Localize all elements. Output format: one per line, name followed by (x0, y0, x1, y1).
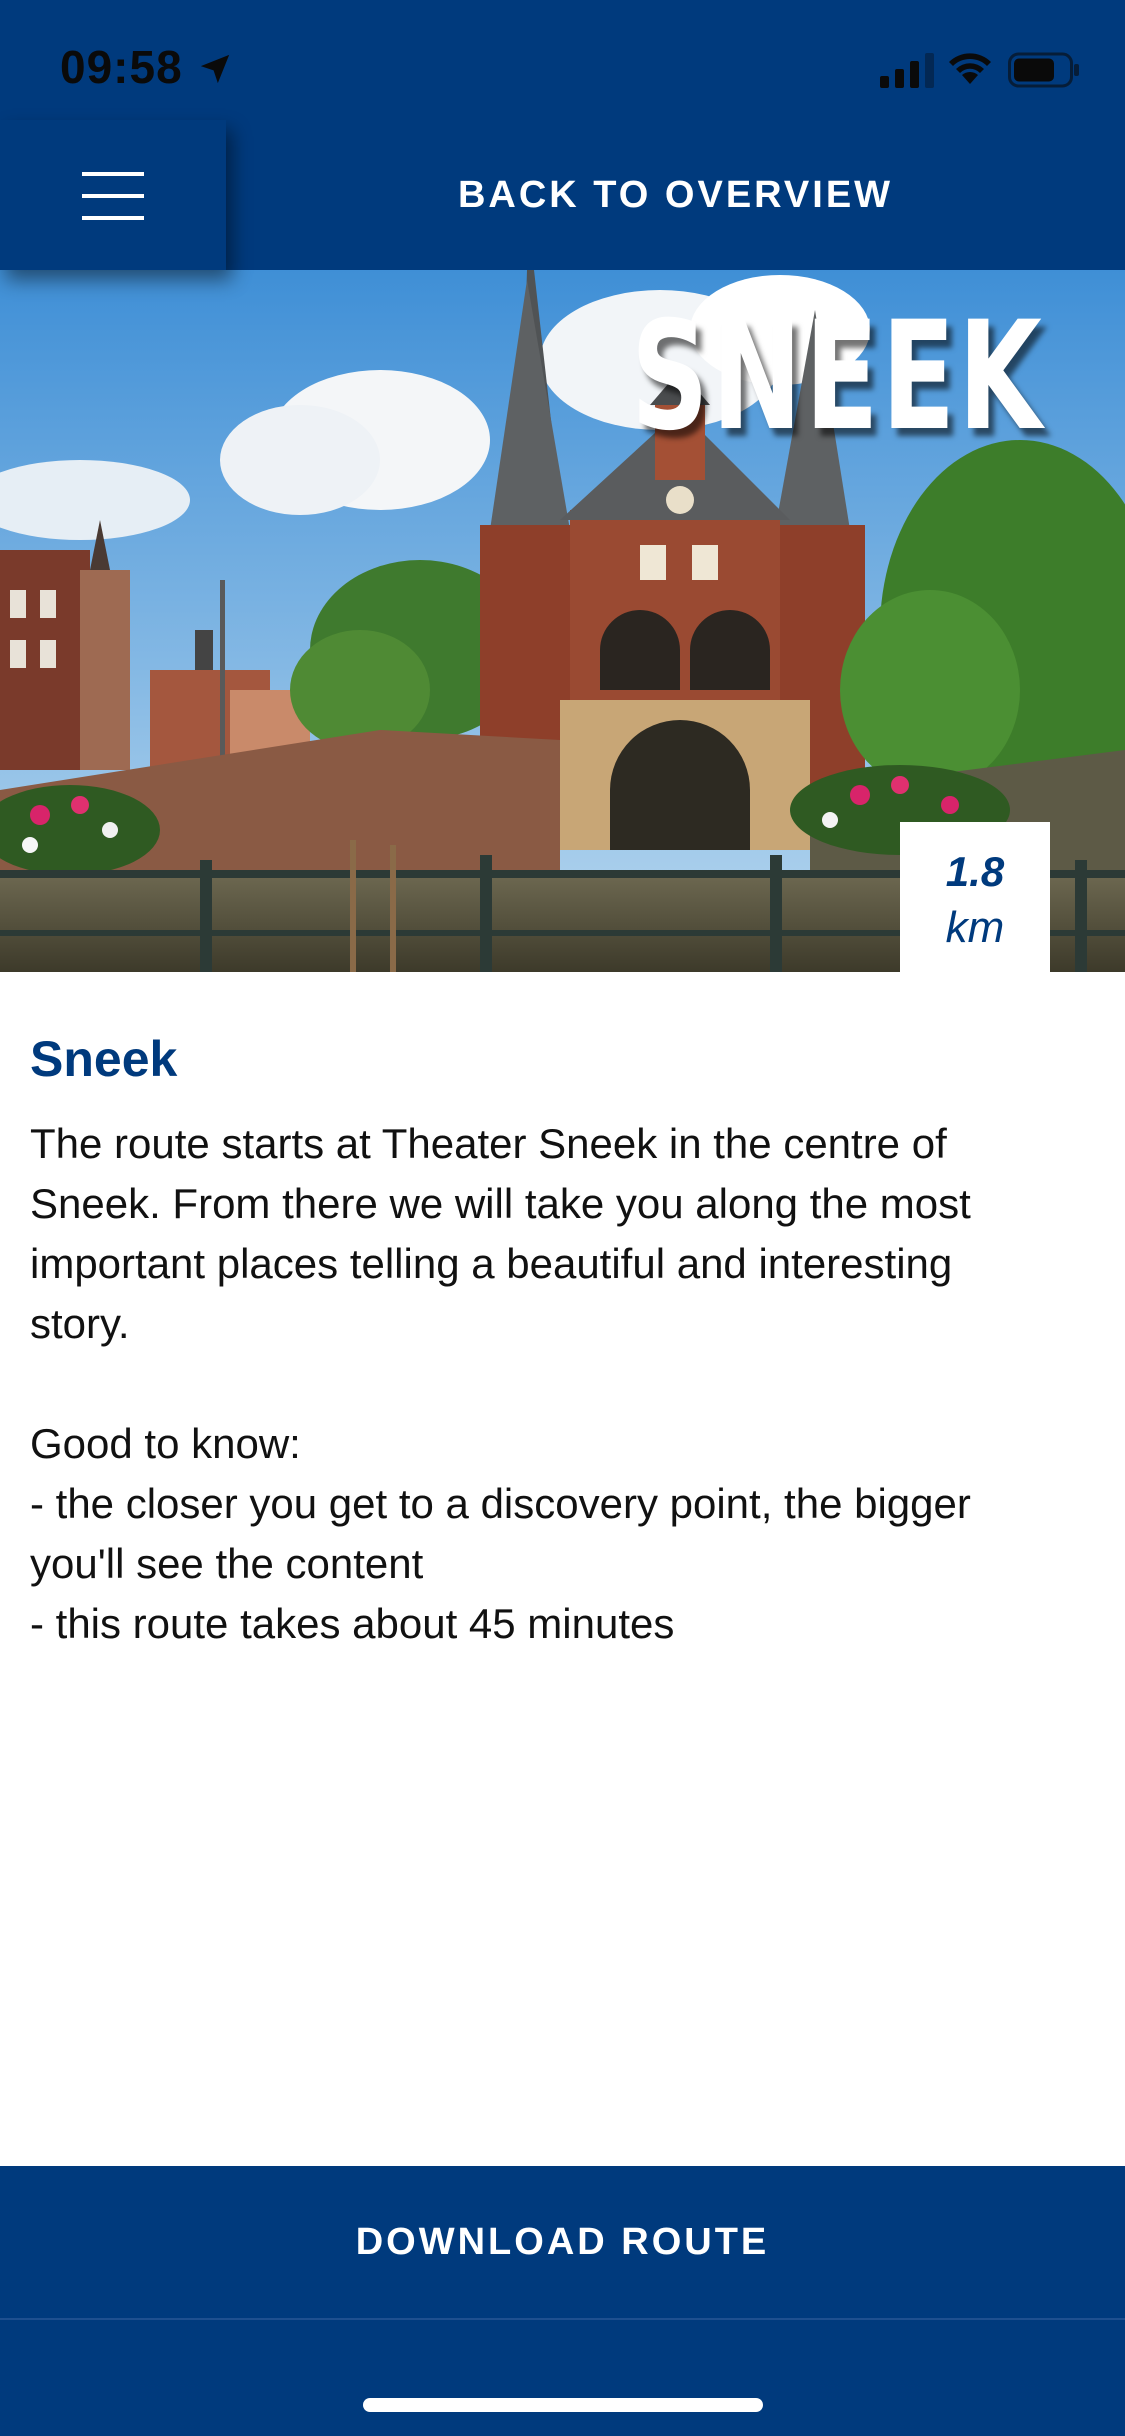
hamburger-menu-icon (82, 172, 144, 220)
distance-value: 1.8 (945, 848, 1005, 895)
good-to-know-line: - this route takes about 45 minutes (30, 1600, 675, 1647)
back-to-overview-button[interactable]: BACK TO OVERVIEW (226, 120, 1125, 270)
download-bar: DOWNLOAD ROUTE (0, 2166, 1125, 2436)
hero-title: SNEEK (631, 290, 1045, 464)
download-route-button[interactable]: DOWNLOAD ROUTE (0, 2166, 1125, 2318)
route-details: Sneek The route starts at Theater Sneek … (30, 1030, 1100, 1654)
location-arrow-icon (200, 54, 230, 84)
route-description: The route starts at Theater Sneek in the… (30, 1114, 1100, 1654)
good-to-know-heading: Good to know: (30, 1420, 301, 1467)
status-time: 09:58 (60, 41, 183, 93)
menu-button[interactable] (0, 120, 226, 270)
status-bar: 09:58 (0, 0, 1125, 120)
description-line: important places telling a beautiful and… (30, 1240, 953, 1287)
home-indicator[interactable] (363, 2398, 763, 2412)
description-line: The route starts at Theater Sneek in the… (30, 1120, 947, 1167)
distance-unit: km (945, 903, 1005, 952)
wifi-icon (949, 53, 991, 84)
good-to-know-line: you'll see the content (30, 1540, 424, 1587)
description-line: Sneek. From there we will take you along… (30, 1180, 971, 1227)
divider (0, 2318, 1125, 2320)
description-line: story. (30, 1300, 130, 1347)
battery-icon (1008, 52, 1079, 88)
hero-image: SNEEK 1.8 km (0, 270, 1125, 972)
top-navigation-bar: BACK TO OVERVIEW (0, 120, 1125, 270)
good-to-know-line: - the closer you get to a discovery poin… (30, 1480, 971, 1527)
cellular-signal-icon (880, 53, 934, 88)
distance-badge: 1.8 km (900, 822, 1050, 972)
route-title: Sneek (30, 1031, 178, 1087)
